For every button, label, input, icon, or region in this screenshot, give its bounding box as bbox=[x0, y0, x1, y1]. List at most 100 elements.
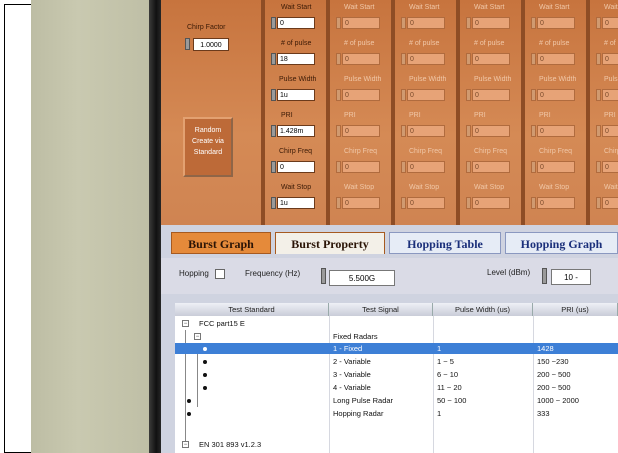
pri-field[interactable]: 0 bbox=[342, 125, 380, 137]
pri-spinner[interactable] bbox=[596, 125, 601, 137]
pri-spinner[interactable] bbox=[271, 125, 276, 137]
pri-field[interactable]: 0 bbox=[537, 125, 575, 137]
random-create-button[interactable]: Random Create via Standard bbox=[183, 117, 233, 177]
pri-spinner[interactable] bbox=[336, 125, 341, 137]
column-header[interactable]: Test Signal bbox=[329, 303, 433, 316]
wait-stop-spinner[interactable] bbox=[596, 197, 601, 209]
wait-start-field[interactable]: 0 bbox=[342, 17, 380, 29]
table-row[interactable]: Long Pulse Radar 50 ~ 100 1000 ~ 2000 bbox=[175, 395, 618, 406]
wait-stop-field[interactable]: 0 bbox=[602, 197, 618, 209]
tab-hopping-table[interactable]: Hopping Table bbox=[389, 232, 501, 254]
wait-stop-field[interactable]: 0 bbox=[472, 197, 510, 209]
wait-stop-spinner[interactable] bbox=[531, 197, 536, 209]
column-header[interactable]: Pulse Width (us) bbox=[433, 303, 533, 316]
wait-stop-field[interactable]: 0 bbox=[537, 197, 575, 209]
tree-group-row[interactable]: − EN 301 893 v1.2.3 bbox=[175, 439, 618, 450]
num-pulse-field[interactable]: 0 bbox=[537, 53, 575, 65]
column-header[interactable]: Test Standard bbox=[175, 303, 329, 316]
pri-field[interactable]: 0 bbox=[472, 125, 510, 137]
pulse-width-spinner[interactable] bbox=[336, 89, 341, 101]
chirp-freq-field[interactable]: 0 bbox=[602, 161, 618, 173]
wait-stop-spinner[interactable] bbox=[401, 197, 406, 209]
pulse-width-spinner[interactable] bbox=[401, 89, 406, 101]
chirp-factor-spinner[interactable] bbox=[185, 38, 190, 50]
pri-spinner[interactable] bbox=[466, 125, 471, 137]
wait-start-spinner[interactable] bbox=[401, 17, 406, 29]
frequency-field[interactable]: 5.500G bbox=[329, 270, 395, 286]
tab-burst-property[interactable]: Burst Property bbox=[275, 232, 385, 254]
collapse-icon[interactable]: − bbox=[182, 320, 189, 327]
pulse-width-field[interactable]: 0 bbox=[537, 89, 575, 101]
wait-start-field[interactable]: 0 bbox=[407, 17, 445, 29]
pri-field[interactable]: 0 bbox=[407, 125, 445, 137]
pri-field[interactable]: 0 bbox=[602, 125, 618, 137]
num-pulse-spinner[interactable] bbox=[531, 53, 536, 65]
num-pulse-field[interactable]: 0 bbox=[602, 53, 618, 65]
pulse-width-spinner[interactable] bbox=[271, 89, 276, 101]
wait-stop-spinner[interactable] bbox=[336, 197, 341, 209]
chirp-freq-spinner[interactable] bbox=[466, 161, 471, 173]
wait-stop-field[interactable]: 1u bbox=[277, 197, 315, 209]
pulse-width-field[interactable]: 0 bbox=[407, 89, 445, 101]
wait-start-spinner[interactable] bbox=[466, 17, 471, 29]
table-row[interactable]: 2 - Variable 1 ~ 5 150 ~230 bbox=[175, 356, 618, 367]
wait-start-spinner[interactable] bbox=[596, 17, 601, 29]
collapse-icon[interactable]: − bbox=[194, 333, 201, 340]
expand-icon[interactable]: − bbox=[182, 441, 189, 448]
tab-hopping-graph[interactable]: Hopping Graph bbox=[505, 232, 618, 254]
pulse-width-field[interactable]: 0 bbox=[472, 89, 510, 101]
tree-subgroup-row[interactable]: − Fixed Radars bbox=[175, 331, 618, 342]
chirp-freq-spinner[interactable] bbox=[271, 161, 276, 173]
level-field[interactable]: 10 - bbox=[551, 269, 591, 285]
chirp-freq-field[interactable]: 0 bbox=[342, 161, 380, 173]
pulse-width-spinner[interactable] bbox=[466, 89, 471, 101]
hopping-checkbox[interactable] bbox=[215, 269, 225, 279]
wait-stop-field[interactable]: 0 bbox=[342, 197, 380, 209]
table-row[interactable]: Hopping Radar 1 333 bbox=[175, 408, 618, 419]
column-header[interactable]: PRI (us) bbox=[533, 303, 618, 316]
pulse-width-spinner[interactable] bbox=[596, 89, 601, 101]
wait-stop-spinner[interactable] bbox=[466, 197, 471, 209]
num-pulse-spinner[interactable] bbox=[336, 53, 341, 65]
chirp-freq-spinner[interactable] bbox=[531, 161, 536, 173]
pulse-width-field[interactable]: 1u bbox=[277, 89, 315, 101]
num-pulse-field[interactable]: 0 bbox=[407, 53, 445, 65]
table-row[interactable]: 3 - Variable 6 ~ 10 200 ~ 500 bbox=[175, 369, 618, 380]
pulse-width-field[interactable]: 0 bbox=[602, 89, 618, 101]
chirp-freq-spinner[interactable] bbox=[596, 161, 601, 173]
wait-start-field[interactable]: 0 bbox=[602, 17, 618, 29]
wait-start-field[interactable]: 0 bbox=[277, 17, 315, 29]
wait-stop-spinner[interactable] bbox=[271, 197, 276, 209]
num-pulse-spinner[interactable] bbox=[271, 53, 276, 65]
chirp-freq-spinner[interactable] bbox=[336, 161, 341, 173]
pri-spinner[interactable] bbox=[531, 125, 536, 137]
pulse-width-spinner[interactable] bbox=[531, 89, 536, 101]
wait-start-spinner[interactable] bbox=[336, 17, 341, 29]
wait-stop-field[interactable]: 0 bbox=[407, 197, 445, 209]
table-row[interactable]: 4 - Variable 11 ~ 20 200 ~ 500 bbox=[175, 382, 618, 393]
num-pulse-field[interactable]: 0 bbox=[342, 53, 380, 65]
wait-start-field[interactable]: 0 bbox=[472, 17, 510, 29]
num-pulse-field[interactable]: 0 bbox=[472, 53, 510, 65]
pri-field[interactable]: 1.428m bbox=[277, 125, 315, 137]
chirp-freq-field[interactable]: 0 bbox=[407, 161, 445, 173]
chirp-factor-field[interactable]: 1.0000 bbox=[193, 38, 229, 51]
frequency-spinner[interactable] bbox=[321, 268, 326, 284]
level-spinner[interactable] bbox=[542, 268, 547, 284]
num-pulse-field[interactable]: 18 bbox=[277, 53, 315, 65]
wait-start-spinner[interactable] bbox=[531, 17, 536, 29]
tree-group-row[interactable]: − FCC part15 E bbox=[175, 318, 618, 329]
wait-start-field[interactable]: 0 bbox=[537, 17, 575, 29]
num-pulse-spinner[interactable] bbox=[401, 53, 406, 65]
num-pulse-spinner[interactable] bbox=[466, 53, 471, 65]
num-pulse-spinner[interactable] bbox=[596, 53, 601, 65]
chirp-freq-field[interactable]: 0 bbox=[537, 161, 575, 173]
chirp-freq-field[interactable]: 0 bbox=[472, 161, 510, 173]
pulse-width-field[interactable]: 0 bbox=[342, 89, 380, 101]
chirp-freq-field[interactable]: 0 bbox=[277, 161, 315, 173]
tab-burst-graph[interactable]: Burst Graph bbox=[171, 232, 271, 254]
pri-spinner[interactable] bbox=[401, 125, 406, 137]
wait-start-spinner[interactable] bbox=[271, 17, 276, 29]
table-row[interactable]: 1 - Fixed 1 1428 bbox=[175, 343, 618, 354]
chirp-freq-spinner[interactable] bbox=[401, 161, 406, 173]
